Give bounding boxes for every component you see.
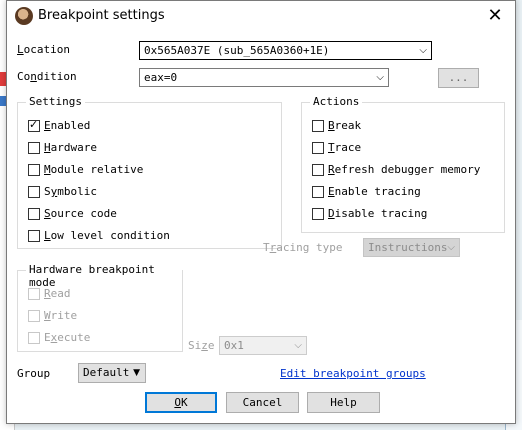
read-checkbox[interactable] <box>28 288 40 300</box>
tracing-type-value: Instructions <box>368 241 448 254</box>
chevron-down-icon: ⌵ <box>447 242 455 253</box>
source-code-checkbox[interactable] <box>28 208 40 220</box>
edit-breakpoint-groups-link[interactable]: Edit breakpoint groups <box>280 367 426 380</box>
location-label: Location <box>17 43 70 56</box>
execute-label[interactable]: Execute <box>44 331 90 344</box>
source-code-label[interactable]: Source code <box>44 207 117 220</box>
size-combo[interactable]: 0x1 ⌵ <box>219 336 307 355</box>
low-level-condition-checkbox[interactable] <box>28 230 40 242</box>
condition-browse-button[interactable]: ... <box>438 68 479 88</box>
execute-checkbox[interactable] <box>28 332 40 344</box>
caret-down-icon: ▼ <box>133 368 140 378</box>
disable-tracing-label[interactable]: Disable tracing <box>328 207 427 220</box>
refresh-debugger-memory-label[interactable]: Refresh debugger memory <box>328 163 480 176</box>
cancel-button[interactable]: Cancel <box>226 392 299 413</box>
break-checkbox[interactable] <box>312 120 324 132</box>
disable-tracing-checkbox[interactable] <box>312 208 324 220</box>
dialog-title: Breakpoint settings <box>38 8 165 23</box>
enable-tracing-label[interactable]: Enable tracing <box>328 185 421 198</box>
ok-button[interactable]: OK <box>145 392 217 413</box>
group-value: Default <box>83 366 130 379</box>
trace-checkbox[interactable] <box>312 142 324 154</box>
condition-label: Condition <box>17 70 77 83</box>
symbolic-checkbox[interactable] <box>28 186 40 198</box>
title-bar: Breakpoint settings ✕ <box>7 1 515 31</box>
low-level-condition-label[interactable]: Low level condition <box>44 229 170 242</box>
enabled-label[interactable]: Enabled <box>44 119 90 132</box>
chevron-down-icon: ⌵ <box>294 340 302 351</box>
write-label[interactable]: Write <box>44 309 77 322</box>
condition-combo[interactable]: eax=0 ⌵ <box>139 68 389 87</box>
tracing-type-combo[interactable]: Instructions ⌵ <box>363 238 460 257</box>
module-relative-checkbox[interactable] <box>28 164 40 176</box>
write-checkbox[interactable] <box>28 310 40 322</box>
location-combo[interactable]: 0x565A037E (sub_565A0360+1E) ⌵ <box>139 41 432 60</box>
location-value: 0x565A037E (sub_565A0360+1E) <box>144 44 330 57</box>
condition-value: eax=0 <box>144 71 178 84</box>
breakpoint-settings-dialog: Breakpoint settings ✕ Location 0x565A037… <box>6 0 516 424</box>
chevron-down-icon: ⌵ <box>376 72 384 83</box>
chevron-down-icon: ⌵ <box>419 45 427 56</box>
module-relative-label[interactable]: Module relative <box>44 163 143 176</box>
help-button[interactable]: Help <box>307 392 380 413</box>
trace-label[interactable]: Trace <box>328 141 361 154</box>
group-label: Group <box>17 367 51 380</box>
hardware-checkbox[interactable] <box>28 142 40 154</box>
tracing-type-label: Tracing type <box>263 241 343 254</box>
hardware-breakpoint-mode-title: Hardware breakpoint mode <box>26 263 182 289</box>
app-avatar-icon <box>15 7 33 25</box>
close-icon[interactable]: ✕ <box>483 4 507 28</box>
hardware-breakpoint-mode-group: Hardware breakpoint mode <box>17 263 183 352</box>
hardware-label[interactable]: Hardware <box>44 141 97 154</box>
enable-tracing-checkbox[interactable] <box>312 186 324 198</box>
read-label[interactable]: Read <box>44 287 71 300</box>
symbolic-label[interactable]: Symbolic <box>44 185 97 198</box>
enabled-checkbox[interactable] <box>28 118 40 132</box>
settings-group-title: Settings <box>26 95 85 108</box>
break-label[interactable]: Break <box>328 119 361 132</box>
refresh-debugger-memory-checkbox[interactable] <box>312 164 324 176</box>
group-dropdown[interactable]: Default ▼ <box>78 363 146 383</box>
size-value: 0x1 <box>224 339 244 352</box>
size-label: Size <box>188 339 215 352</box>
actions-group-title: Actions <box>310 95 363 108</box>
